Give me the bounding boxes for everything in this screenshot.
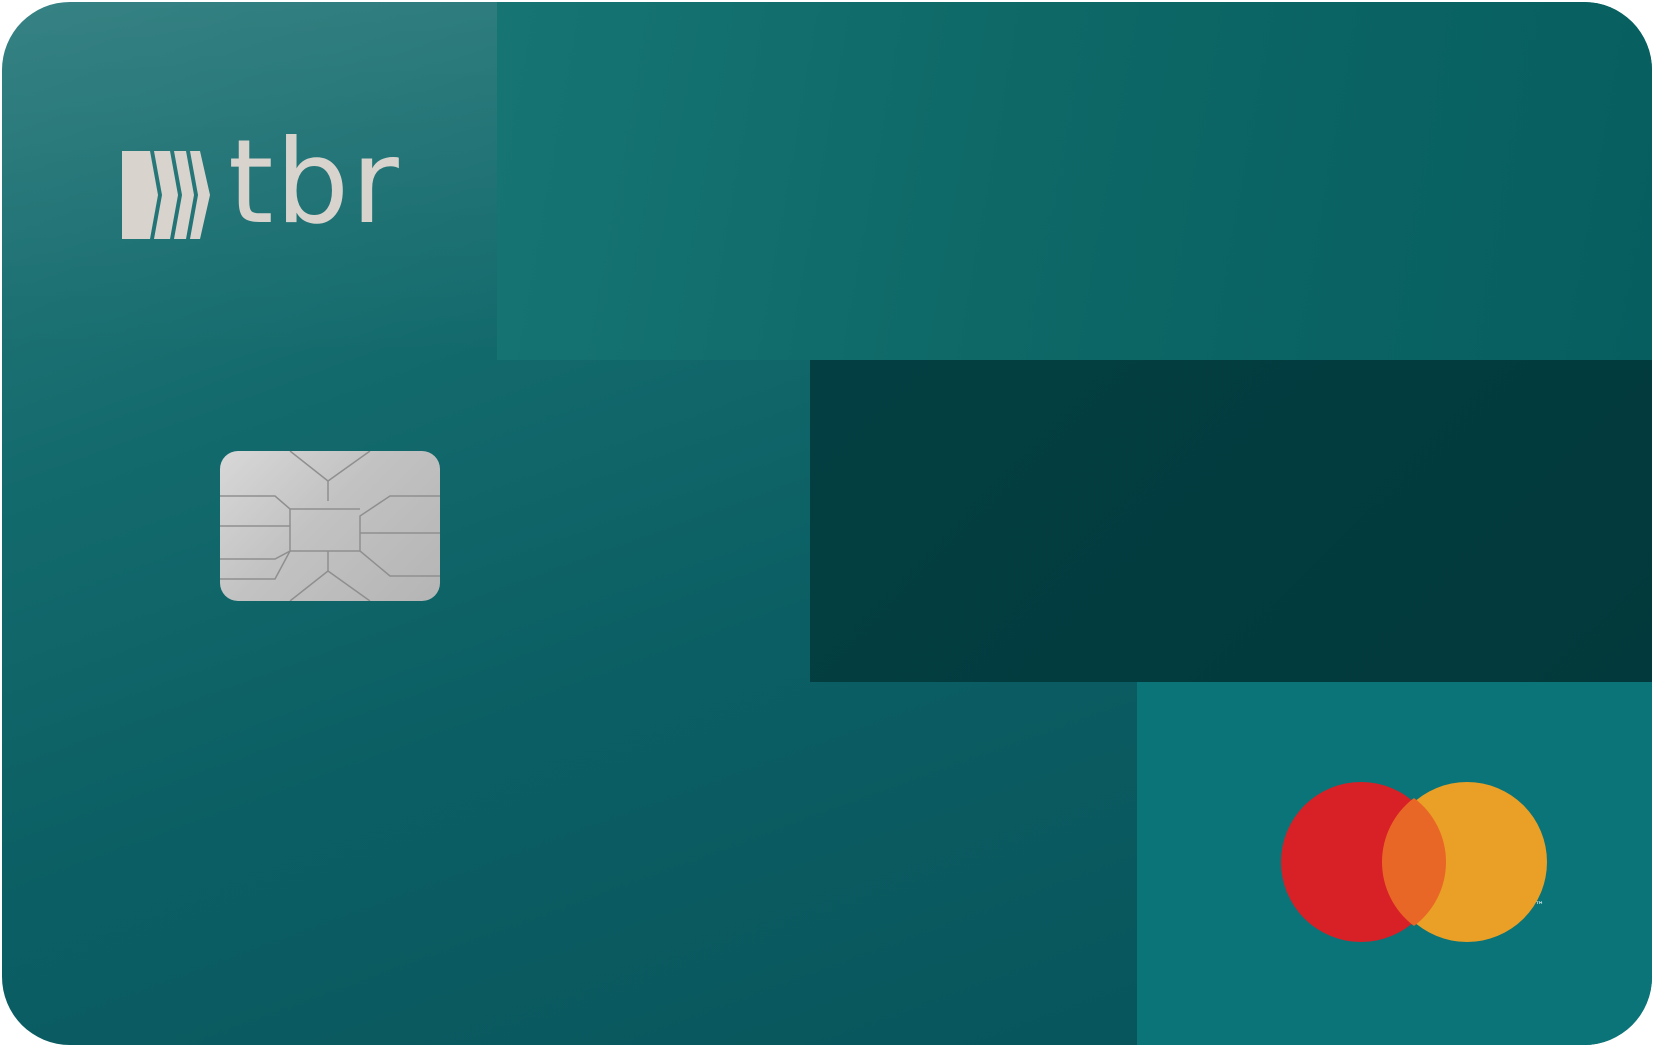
card-panel-middle [810, 360, 1652, 682]
trademark-symbol: ™ [1535, 901, 1544, 911]
tbr-chevron-logo-icon [122, 151, 210, 239]
payment-card: tbr ™ [2, 2, 1652, 1045]
brand-logo: tbr [122, 125, 401, 241]
brand-name: tbr [228, 115, 401, 250]
emv-chip-icon [220, 451, 440, 601]
mastercard-logo-icon: ™ [1281, 782, 1547, 942]
card-panel-top [497, 2, 1652, 360]
